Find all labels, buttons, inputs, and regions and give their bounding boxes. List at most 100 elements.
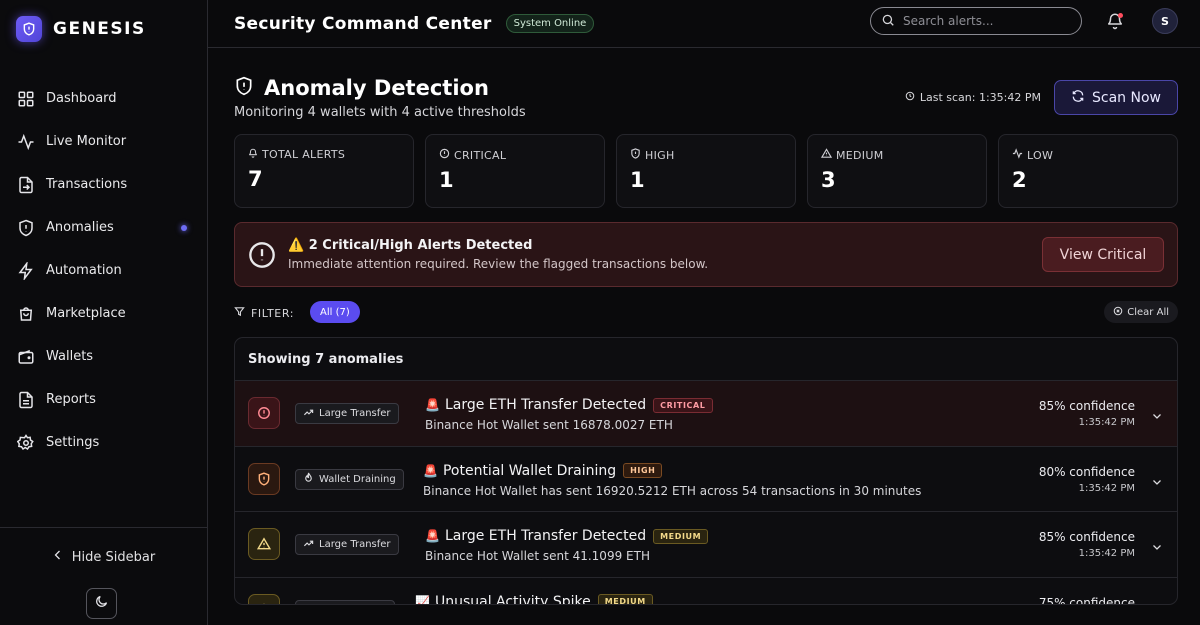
filter-chip-all[interactable]: All (7) — [310, 301, 360, 323]
anomaly-row[interactable]: Large Transfer 🚨 Large ETH Transfer Detec… — [235, 512, 1177, 578]
search-icon — [881, 12, 895, 31]
section-title-text: Anomaly Detection — [264, 76, 489, 100]
sidebar-item-label: Settings — [46, 435, 100, 450]
banner-title: ⚠️ 2 Critical/High Alerts Detected — [288, 238, 533, 253]
scan-now-button[interactable]: Scan Now — [1054, 80, 1178, 115]
alert-circle-icon — [248, 241, 276, 273]
section-title: Anomaly Detection — [234, 76, 489, 100]
filter-row: FILTER: All (7) Clear All — [234, 287, 1178, 337]
stat-value: 7 — [248, 167, 263, 191]
refresh-icon — [1071, 89, 1085, 107]
notification-dot — [1118, 13, 1123, 18]
anomaly-time: 1:35:42 PM — [1078, 482, 1135, 494]
sidebar-item-anomalies[interactable]: Anomalies — [0, 206, 207, 249]
severity-badge: HIGH — [623, 463, 663, 478]
stat-card-low: LOW 2 — [998, 134, 1178, 208]
sidebar-item-automation[interactable]: Automation — [0, 249, 207, 292]
bell-icon — [248, 148, 258, 161]
activity-icon — [17, 133, 35, 151]
chevron-down-icon[interactable] — [1151, 407, 1163, 426]
banner-subtitle: Immediate attention required. Review the… — [288, 257, 709, 271]
alert-circle-icon — [439, 148, 450, 162]
topbar: Security Command Center System Online S — [208, 0, 1200, 48]
sidebar-nav: Dashboard Live Monitor Transactions Anom… — [0, 77, 207, 464]
sidebar-item-label: Anomalies — [46, 220, 114, 235]
chart-up-icon: 📈 — [415, 594, 430, 605]
theme-toggle-button[interactable] — [86, 588, 117, 619]
anomaly-time: 1:35:42 PM — [1078, 417, 1135, 428]
anomaly-row[interactable]: Activity Spike 📈 Unusual Activity Spike ME… — [235, 578, 1177, 605]
shield-logo-icon — [16, 16, 42, 42]
sidebar-item-wallets[interactable]: Wallets — [0, 335, 207, 378]
sidebar-item-transactions[interactable]: Transactions — [0, 163, 207, 206]
severity-badge: MEDIUM — [653, 528, 709, 544]
sidebar-item-label: Live Monitor — [46, 134, 127, 149]
sidebar-item-live-monitor[interactable]: Live Monitor — [0, 120, 207, 163]
search-input[interactable] — [903, 14, 1073, 28]
anomaly-title-text: Large ETH Transfer Detected — [444, 397, 647, 413]
gear-icon — [17, 433, 35, 452]
anomaly-confidence: 85% confidence — [1038, 399, 1135, 413]
shield-icon — [248, 462, 280, 495]
filter-icon — [234, 306, 245, 320]
anomaly-row[interactable]: Wallet Draining 🚨 Potential Wallet Draini… — [235, 447, 1177, 512]
stat-card-critical: CRITICAL 1 — [425, 134, 605, 208]
alert-circle-icon — [248, 397, 280, 429]
anomaly-type-tag: Wallet Draining — [295, 468, 404, 490]
moon-icon — [94, 594, 109, 613]
sidebar: GENESIS Dashboard Live Monitor Transacti… — [0, 0, 208, 625]
sidebar-item-reports[interactable]: Reports — [0, 378, 207, 421]
last-scan-text: Last scan: 1:35:42 PM — [919, 91, 1041, 104]
stat-card-medium: MEDIUM 3 — [807, 134, 987, 208]
shield-icon — [630, 148, 641, 162]
clear-all-label: Clear All — [1127, 306, 1169, 318]
sidebar-item-label: Marketplace — [46, 306, 126, 321]
sidebar-item-marketplace[interactable]: Marketplace — [0, 292, 207, 335]
content-area: Anomaly Detection Monitoring 4 wallets w… — [208, 48, 1200, 605]
critical-alert-banner: ⚠️ 2 Critical/High Alerts Detected Immed… — [234, 222, 1178, 287]
search-box[interactable] — [870, 7, 1082, 35]
brand[interactable]: GENESIS — [0, 0, 207, 58]
sidebar-item-label: Reports — [46, 392, 96, 407]
notifications-button[interactable] — [1106, 12, 1124, 30]
sidebar-item-label: Transactions — [46, 177, 128, 192]
sidebar-item-label: Automation — [46, 263, 122, 278]
section-header: Anomaly Detection Monitoring 4 wallets w… — [234, 48, 1178, 134]
filter-label: FILTER: — [234, 306, 294, 320]
stat-card-total: TOTAL ALERTS 7 — [234, 134, 414, 208]
last-scan: Last scan: 1:35:42 PM — [905, 91, 1041, 104]
trending-up-icon — [303, 603, 314, 604]
anomaly-type-label: Wallet Draining — [319, 473, 396, 485]
severity-badge: CRITICAL — [653, 397, 713, 413]
sidebar-item-settings[interactable]: Settings — [0, 421, 207, 464]
anomaly-count: Showing 7 anomalies — [235, 338, 1177, 381]
anomaly-row[interactable]: Large Transfer 🚨 Large ETH Transfer Detec… — [235, 381, 1177, 447]
siren-icon: 🚨 — [423, 463, 438, 478]
avatar[interactable]: S — [1152, 8, 1178, 34]
sidebar-item-label: Dashboard — [46, 91, 117, 106]
anomaly-title: 🚨 Potential Wallet Draining HIGH — [423, 462, 663, 479]
clear-all-button[interactable]: Clear All — [1104, 301, 1178, 323]
chevron-down-icon[interactable] — [1151, 473, 1163, 492]
scan-now-label: Scan Now — [1092, 89, 1161, 106]
section-subtitle: Monitoring 4 wallets with 4 active thres… — [234, 105, 526, 120]
siren-icon: 🚨 — [425, 529, 440, 543]
chevron-down-icon[interactable] — [1151, 538, 1163, 557]
anomaly-type-tag: Large Transfer — [295, 403, 399, 424]
stat-value: 1 — [439, 168, 454, 192]
sidebar-item-dashboard[interactable]: Dashboard — [0, 77, 207, 120]
stat-value: 2 — [1012, 168, 1027, 192]
bag-icon — [17, 305, 35, 323]
warning-triangle-icon — [248, 593, 280, 604]
brand-name: GENESIS — [53, 19, 146, 39]
anomaly-list: Showing 7 anomalies Large Transfer 🚨 Larg… — [234, 337, 1178, 605]
hide-sidebar-button[interactable]: Hide Sidebar — [0, 549, 207, 565]
chevron-down-icon[interactable] — [1151, 604, 1163, 605]
view-critical-button[interactable]: View Critical — [1042, 237, 1164, 272]
anomaly-type-tag: Activity Spike — [295, 599, 395, 604]
stat-label: LOW — [1027, 148, 1054, 162]
siren-icon: 🚨 — [425, 398, 440, 412]
anomaly-title-text: Potential Wallet Draining — [442, 462, 617, 479]
trending-up-icon — [303, 407, 314, 421]
status-badge: System Online — [505, 14, 595, 33]
